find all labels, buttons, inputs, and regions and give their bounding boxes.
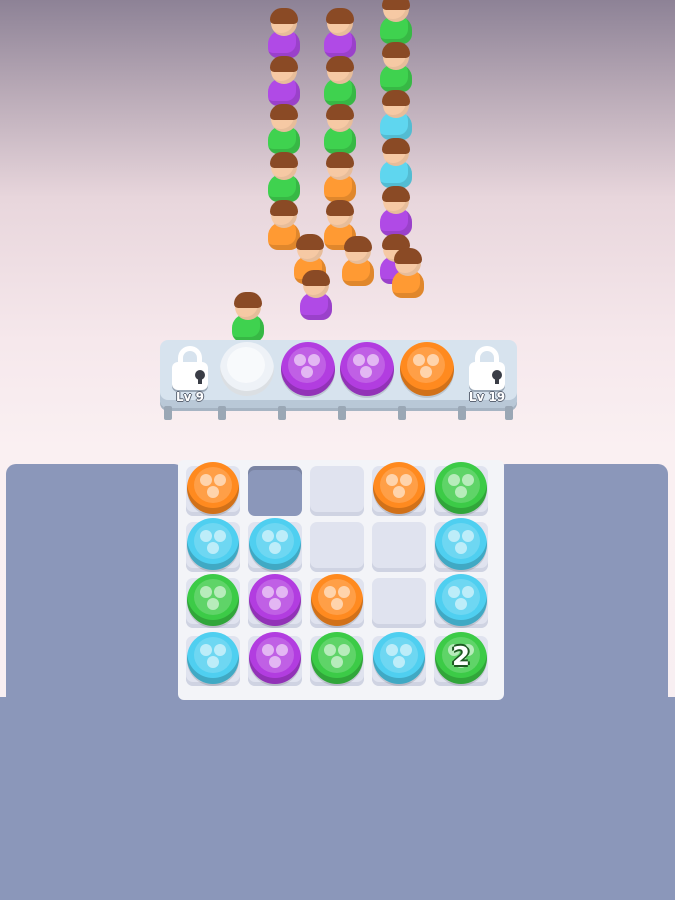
customer-orange: [318, 152, 362, 204]
purple-token[interactable]: [249, 632, 301, 684]
customer-green: [262, 152, 306, 204]
cyan-token[interactable]: [435, 518, 487, 570]
orange-token[interactable]: [373, 462, 425, 514]
customer-cyan: [374, 138, 418, 190]
lock-level-label: Lv 9: [176, 390, 204, 404]
board-cell[interactable]: [310, 466, 364, 516]
customer-purple: [294, 270, 338, 322]
customer-green: [374, 0, 418, 46]
bench-legs: [160, 406, 517, 422]
customer-green: [262, 104, 306, 156]
cyan-token[interactable]: [249, 518, 301, 570]
customer-purple: [262, 8, 306, 60]
customer-purple: [374, 186, 418, 238]
customer-orange: [336, 236, 380, 288]
cyan-token[interactable]: [435, 574, 487, 626]
purple-token[interactable]: [249, 574, 301, 626]
active-customer: [226, 292, 270, 344]
serving-bench: Lv 9 Lv 19: [160, 340, 517, 420]
board-cell[interactable]: [310, 522, 364, 572]
bench-slot-orange-token[interactable]: [400, 342, 454, 396]
lock-level-label: Lv 19: [468, 390, 506, 404]
game-scene: Lv 9 Lv 19 2: [0, 0, 675, 900]
board-hole: [248, 466, 302, 516]
cyan-token[interactable]: [373, 632, 425, 684]
locked-slot-left[interactable]: Lv 9: [162, 342, 218, 404]
green-token[interactable]: [435, 462, 487, 514]
customer-orange: [386, 248, 430, 300]
bench-slot-purple-token[interactable]: [281, 342, 335, 396]
customer-cyan: [374, 90, 418, 142]
bench-slot-white-token[interactable]: [220, 342, 274, 396]
board-bottom-panel: [0, 697, 675, 900]
customer-purple: [318, 8, 362, 60]
stacked-green-token[interactable]: 2: [435, 632, 487, 684]
green-token[interactable]: [311, 632, 363, 684]
board-cell[interactable]: [372, 522, 426, 572]
token-board: 2: [178, 460, 504, 700]
padlock-icon: [469, 362, 505, 390]
green-token[interactable]: [187, 574, 239, 626]
locked-slot-right[interactable]: Lv 19: [459, 342, 515, 404]
customer-purple: [262, 56, 306, 108]
orange-token[interactable]: [187, 462, 239, 514]
stack-count-badge: 2: [451, 642, 471, 672]
customer-green: [318, 56, 362, 108]
orange-token[interactable]: [311, 574, 363, 626]
padlock-icon: [172, 362, 208, 390]
cyan-token[interactable]: [187, 518, 239, 570]
bench-slot-purple-token[interactable]: [340, 342, 394, 396]
customer-green: [318, 104, 362, 156]
customer-green: [374, 42, 418, 94]
board-cell[interactable]: [372, 578, 426, 628]
cyan-token[interactable]: [187, 632, 239, 684]
